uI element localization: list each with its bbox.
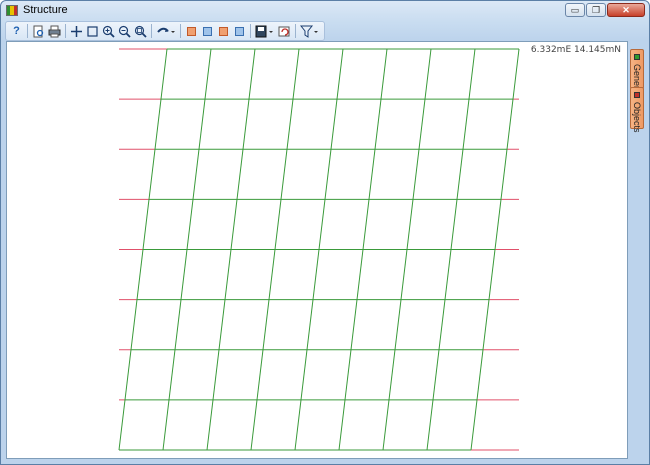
undo-icon bbox=[157, 27, 175, 33]
toolbar: ? bbox=[5, 21, 325, 41]
close-icon: ✕ bbox=[622, 4, 630, 15]
toolbar-separator bbox=[151, 24, 152, 38]
undo-button[interactable] bbox=[155, 24, 177, 39]
toolbar-separator bbox=[65, 24, 66, 38]
layer-button-1[interactable] bbox=[184, 24, 199, 39]
rectangle-select-button[interactable] bbox=[85, 24, 100, 39]
layer-icon-2 bbox=[203, 26, 212, 36]
toolbar-separator bbox=[27, 24, 28, 38]
filter-button[interactable] bbox=[299, 24, 321, 39]
tab-general[interactable]: General bbox=[630, 49, 644, 96]
window-title: Structure bbox=[23, 4, 68, 16]
print-button[interactable] bbox=[47, 24, 62, 39]
tab-objects-label: Objects bbox=[632, 102, 642, 133]
objects-marker-icon bbox=[634, 92, 640, 98]
general-marker-icon bbox=[634, 54, 640, 60]
coordinate-readout: 6.332mE 14.145mN bbox=[530, 45, 621, 55]
toolbar-separator bbox=[295, 24, 296, 38]
zoom-extents-button[interactable] bbox=[133, 24, 148, 39]
app-icon bbox=[6, 5, 18, 16]
help-icon: ? bbox=[13, 25, 20, 37]
rectangle-select-icon bbox=[87, 25, 98, 37]
minimize-button[interactable]: ▭ bbox=[565, 3, 585, 17]
print-preview-button[interactable] bbox=[31, 24, 46, 39]
print-icon bbox=[48, 25, 61, 37]
refresh-icon bbox=[278, 26, 290, 36]
zoom-out-icon bbox=[118, 25, 131, 38]
print-preview-icon bbox=[33, 25, 44, 37]
save-image-icon bbox=[255, 25, 273, 37]
refresh-button[interactable] bbox=[277, 24, 292, 39]
layer-button-2[interactable] bbox=[200, 24, 215, 39]
layer-icon-1 bbox=[187, 26, 196, 36]
pan-button[interactable] bbox=[69, 24, 84, 39]
layer-icon-3 bbox=[219, 26, 228, 36]
zoom-out-button[interactable] bbox=[117, 24, 132, 39]
pan-icon bbox=[71, 25, 82, 37]
filter-icon bbox=[300, 25, 318, 38]
zoom-extents-icon bbox=[134, 25, 147, 38]
tab-objects[interactable]: Objects bbox=[630, 87, 644, 133]
title-bar[interactable]: Structure ▭ ❐ ✕ bbox=[1, 1, 649, 21]
layer-button-3[interactable] bbox=[216, 24, 231, 39]
layer-button-4[interactable] bbox=[232, 24, 247, 39]
zoom-in-button[interactable] bbox=[101, 24, 116, 39]
toolbar-separator bbox=[180, 24, 181, 38]
help-button[interactable]: ? bbox=[9, 24, 24, 39]
layer-icon-4 bbox=[235, 26, 244, 36]
zoom-in-icon bbox=[102, 25, 115, 38]
window-controls: ▭ ❐ ✕ bbox=[565, 3, 645, 17]
save-image-button[interactable] bbox=[254, 24, 276, 39]
minimize-icon: ▭ bbox=[570, 4, 580, 15]
close-button[interactable]: ✕ bbox=[607, 3, 645, 17]
structure-grid bbox=[118, 48, 520, 451]
toolbar-separator bbox=[250, 24, 251, 38]
maximize-button[interactable]: ❐ bbox=[586, 3, 606, 17]
maximize-icon: ❐ bbox=[591, 4, 601, 15]
structure-canvas[interactable]: 6.332mE 14.145mN bbox=[6, 41, 628, 459]
structure-window: Structure ▭ ❐ ✕ ? 6.332mE 14.145mN Gener… bbox=[0, 0, 650, 465]
